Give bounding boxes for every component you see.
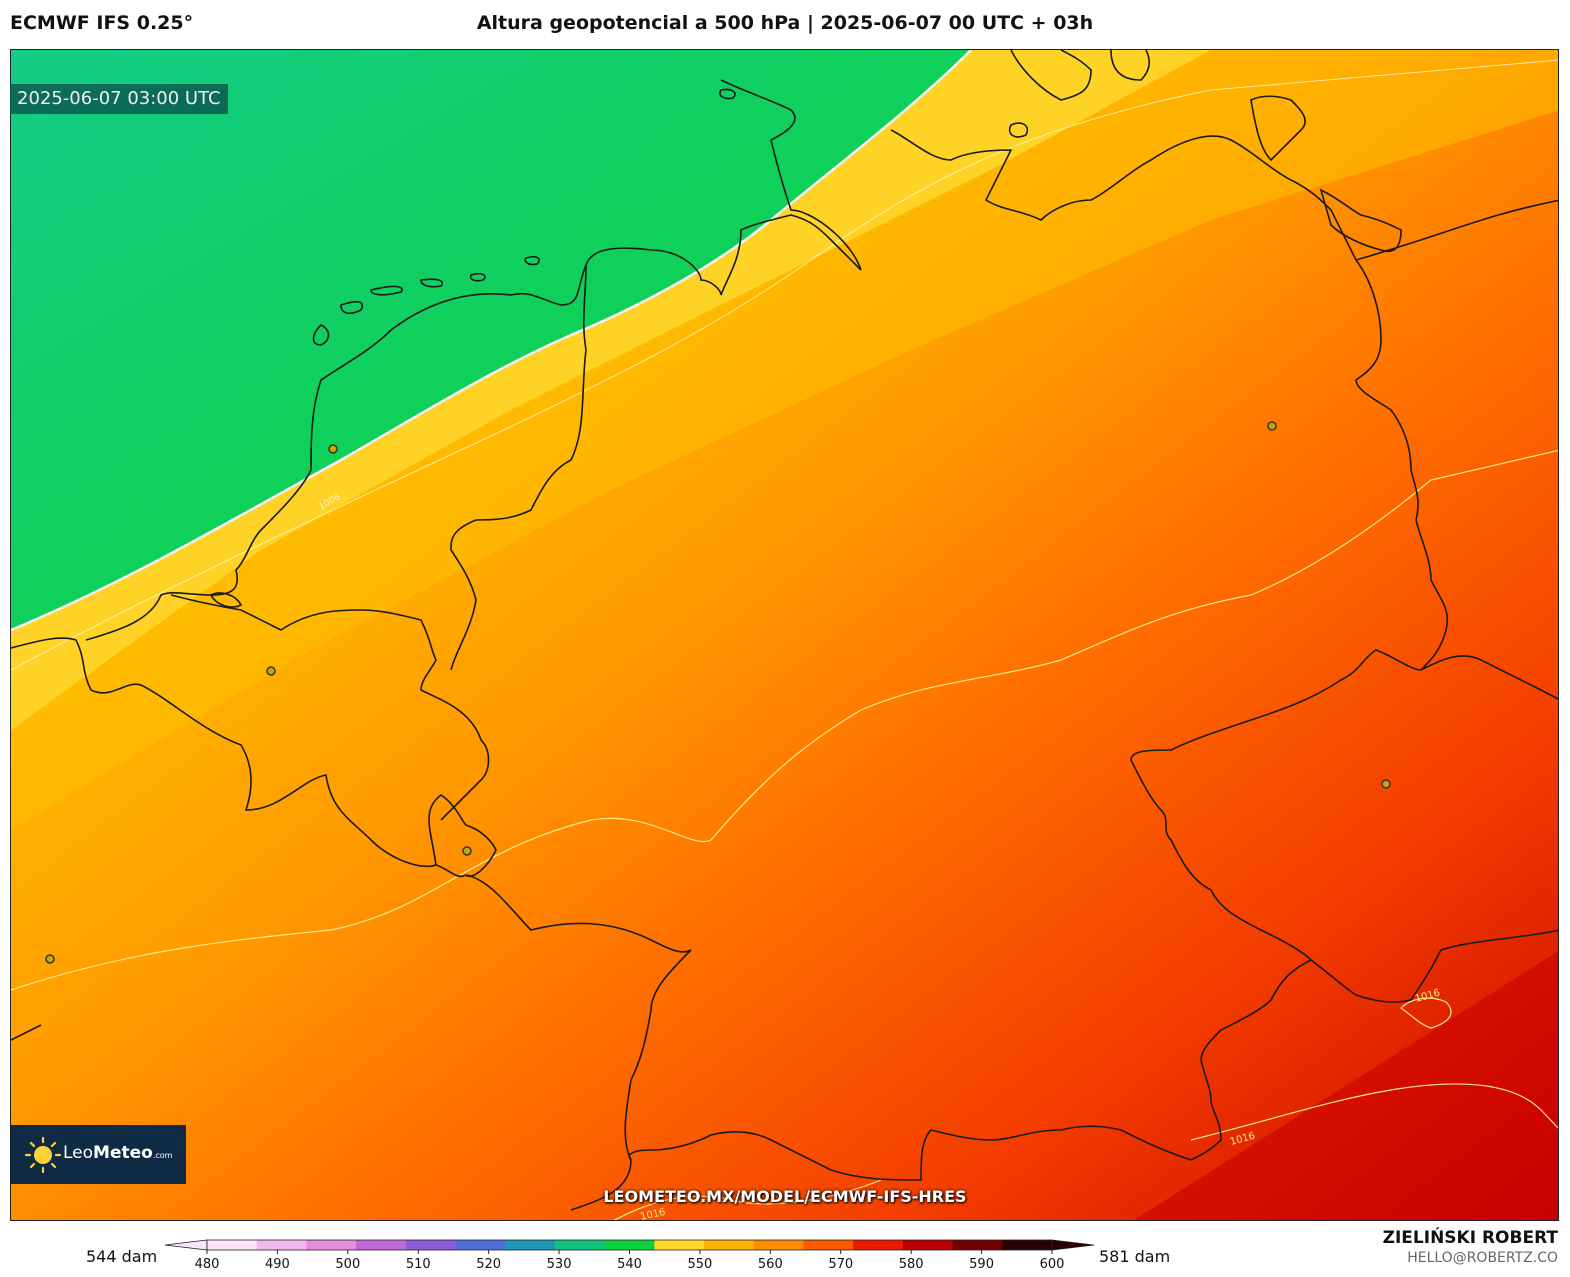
colorbar-tick-label: 500 [335,1257,360,1272]
logo-text-small: .com [152,1151,173,1160]
colorbar-max-label: 581 dam [1099,1247,1171,1266]
colorbar-tick-label: 520 [476,1257,501,1272]
colorbar-tick-label: 600 [1040,1257,1065,1272]
colorbar-swatch [853,1240,904,1250]
colorbar-swatch [505,1240,556,1250]
colorbar-swatch [1002,1240,1053,1250]
colorbar-tick-label: 480 [195,1257,220,1272]
map-title: Altura geopotencial a 500 hPa | 2025-06-… [476,12,1094,34]
city-marker[interactable] [266,666,276,676]
author-email[interactable]: HELLO@ROBERTZ.CO [1383,1250,1558,1266]
colorbar-tick-label: 560 [758,1257,783,1272]
colorbar-min-arrow [164,1239,208,1251]
colorbar-swatch [256,1240,307,1250]
logo-text-bold: Meteo [93,1143,153,1163]
colorbar-swatch [902,1240,954,1250]
city-marker[interactable] [462,846,472,856]
colorbar-swatch [704,1240,755,1250]
sun-icon [24,1136,62,1174]
colorbar-swatch [356,1240,407,1250]
colorbar-tick-label: 510 [406,1257,431,1272]
colorbar-swatch [654,1240,705,1250]
city-marker[interactable] [328,444,338,454]
colorbar-ticks: 480 490 500 510 520 530 540 550 560 570 580 590 600 [195,1250,1065,1272]
colorbar-min-label: 544 dam [86,1247,158,1266]
colorbar-tick-label: 490 [265,1257,290,1272]
colorbar-swatches [164,1239,1095,1251]
city-marker[interactable] [1381,779,1391,789]
colorbar-swatch [952,1240,1003,1250]
colorbar-tick-label: 530 [547,1257,572,1272]
colorbar-swatch [405,1240,457,1250]
city-marker[interactable] [45,954,55,964]
logo-text-light: Leo [63,1143,94,1163]
leometeo-logo[interactable]: LeoMeteo.com [11,1125,186,1184]
colorbar-border [206,1239,1053,1251]
city-marker[interactable] [1267,421,1277,431]
colorbar-tick-label: 590 [969,1257,994,1272]
colorbar-swatch [455,1240,506,1250]
colorbar-swatch [604,1240,655,1250]
colorbar-tick-label: 540 [617,1257,642,1272]
source-watermark: LEOMETEO.MX/MODEL/ECMWF-IFS-HRES [603,1187,967,1206]
colorbar-swatch [803,1240,854,1250]
logo-wordmark: LeoMeteo.com [63,1143,172,1163]
valid-time-badge: 2025-06-07 03:00 UTC [10,84,228,114]
map-canvas: 1016 1016 1016 1008 [11,50,1558,1220]
colorbar-tick-label: 580 [899,1257,924,1272]
map-panel[interactable]: 1016 1016 1016 1008 [10,49,1559,1221]
colorbar-swatch [753,1240,804,1250]
colorbar-tick-label: 570 [828,1257,853,1272]
colorbar-swatch [207,1240,258,1250]
colorbar-swatch [306,1240,357,1250]
colorbar-swatch [554,1240,606,1250]
colorbar-max-arrow [1051,1239,1095,1251]
colorbar-tick-label: 550 [688,1257,713,1272]
author-name: ZIELIŃSKI ROBERT [1382,1228,1558,1248]
author-block: ZIELIŃSKI ROBERT HELLO@ROBERTZ.CO [1383,1228,1558,1266]
